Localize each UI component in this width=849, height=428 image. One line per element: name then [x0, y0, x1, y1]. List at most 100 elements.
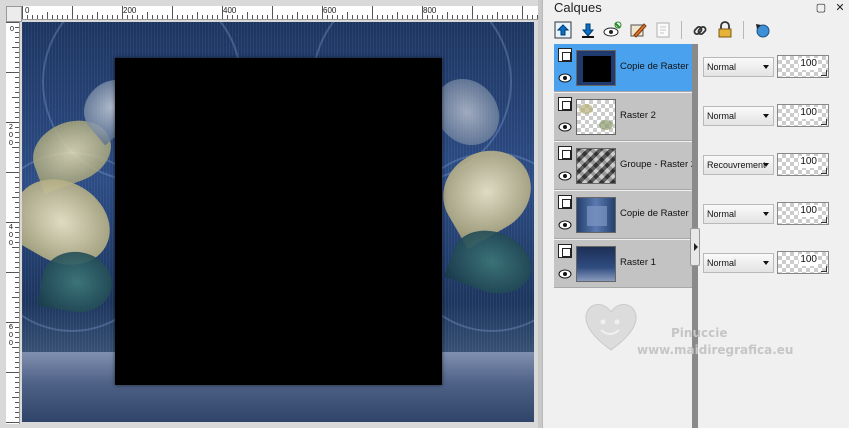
- opacity-field[interactable]: 100: [777, 153, 829, 176]
- ruler-tick: [15, 292, 19, 293]
- lock-icon[interactable]: [715, 20, 735, 40]
- ruler-tick: [15, 232, 19, 233]
- ruler-tick: [15, 32, 19, 33]
- blend-mode-select[interactable]: Normal: [703, 253, 774, 273]
- ruler-tick: [482, 15, 483, 19]
- blend-mode-value: Recouvrement: [707, 160, 766, 170]
- ruler-tick: [372, 6, 373, 19]
- layers-toolbar: [553, 19, 772, 41]
- opacity-field[interactable]: 100: [777, 251, 829, 274]
- ruler-tick: [492, 15, 493, 19]
- ruler-tick: [512, 15, 513, 19]
- ruler-tick: [132, 15, 133, 19]
- ruler-tick: [15, 357, 19, 358]
- ruler-tick: [15, 92, 19, 93]
- ruler-tick: [15, 27, 19, 28]
- eye-icon[interactable]: [557, 169, 573, 183]
- ruler-tick: [147, 12, 148, 19]
- opacity-value: 100: [799, 156, 818, 168]
- ruler-tick: [207, 15, 208, 19]
- blend-mode-select[interactable]: Recouvrement: [703, 155, 774, 175]
- ruler-tick: [272, 6, 273, 19]
- layer-row[interactable]: Copie de Raster 1: [554, 191, 697, 239]
- ruler-tick: [422, 6, 423, 19]
- layer-type-icon: [558, 48, 572, 62]
- ruler-top-label: 200: [123, 6, 137, 15]
- ruler-tick: [22, 6, 23, 19]
- restore-icon[interactable]: ▢: [814, 2, 828, 14]
- ruler-tick: [127, 15, 128, 19]
- ruler-tick: [517, 15, 518, 19]
- layers-panel: Calques ▢ ✕ Copie de Raster 1 Raster 2 G…: [542, 0, 849, 428]
- ruler-tick: [15, 107, 19, 108]
- link-icon[interactable]: [690, 20, 710, 40]
- ruler-tick: [227, 15, 228, 19]
- ruler-tick: [137, 15, 138, 19]
- ruler-tick: [367, 15, 368, 19]
- ruler-tick: [347, 12, 348, 19]
- eye-icon[interactable]: [557, 267, 573, 281]
- ruler-tick: [122, 6, 123, 19]
- ruler-tick: [317, 15, 318, 19]
- ruler-tick: [15, 392, 19, 393]
- ruler-tick: [192, 15, 193, 19]
- layer-thumbnail: [576, 148, 616, 184]
- move-down-icon[interactable]: [578, 20, 598, 40]
- blend-mode-value: Normal: [707, 209, 737, 219]
- edit-icon[interactable]: [628, 20, 648, 40]
- ruler-tick: [15, 277, 19, 278]
- move-up-icon[interactable]: [553, 20, 573, 40]
- blend-mode-select[interactable]: Normal: [703, 106, 774, 126]
- ruler-top-label: 800: [423, 6, 437, 15]
- blend-mode-select[interactable]: Normal: [703, 57, 774, 77]
- ruler-tick: [397, 12, 398, 19]
- layer-row[interactable]: Raster 2: [554, 93, 695, 141]
- ruler-tick: [182, 15, 183, 19]
- ruler-tick: [15, 207, 19, 208]
- close-icon[interactable]: ✕: [833, 2, 847, 14]
- layer-name: Groupe - Raster 2: [620, 159, 697, 170]
- opacity-field[interactable]: 100: [777, 104, 829, 127]
- properties-icon[interactable]: [653, 20, 673, 40]
- layer-row[interactable]: Raster 1: [554, 240, 695, 288]
- splitter-handle[interactable]: [690, 228, 700, 266]
- canvas-pane: 0 200 400 600 800 0 2 0 0 4 0 0 6 0 0: [0, 0, 542, 428]
- eye-icon[interactable]: [557, 71, 573, 85]
- eye-icon[interactable]: [557, 120, 573, 134]
- opacity-field[interactable]: 100: [777, 202, 829, 225]
- ruler-tick: [15, 152, 19, 153]
- ruler-tick: [212, 15, 213, 19]
- chevron-down-icon: [763, 114, 769, 118]
- layer-type-icon: [558, 97, 572, 111]
- ruler-tick: [6, 72, 19, 73]
- ruler-tick: [197, 12, 198, 19]
- ruler-tick: [522, 6, 523, 19]
- layer-row[interactable]: Groupe - Raster 2: [554, 142, 697, 190]
- visibility-icon[interactable]: [603, 20, 623, 40]
- ruler-tick: [277, 15, 278, 19]
- ruler-tick: [167, 15, 168, 19]
- ruler-left-label: 6 0 0: [8, 323, 14, 347]
- layer-type-icon: [558, 146, 572, 160]
- ruler-tick: [27, 15, 28, 19]
- canvas-image[interactable]: [22, 22, 534, 422]
- opacity-value: 100: [799, 205, 818, 217]
- opacity-field[interactable]: 100: [777, 55, 829, 78]
- ruler-tick: [12, 247, 19, 248]
- blend-mode-select[interactable]: Normal: [703, 204, 774, 224]
- black-frame-layer: [115, 58, 442, 385]
- refresh-icon[interactable]: [752, 20, 772, 40]
- watermark-name: Pinuccie: [671, 326, 728, 340]
- ruler-tick: [497, 12, 498, 19]
- eye-icon[interactable]: [557, 218, 573, 232]
- layer-row[interactable]: Copie de Raster 1: [554, 44, 697, 92]
- ruler-tick: [15, 202, 19, 203]
- ruler-left: 0 2 0 0 4 0 0 6 0 0: [6, 22, 20, 424]
- ruler-tick: [15, 407, 19, 408]
- ruler-tick: [15, 77, 19, 78]
- layer-type-icon: [558, 195, 572, 209]
- ruler-tick: [287, 15, 288, 19]
- ruler-tick: [15, 82, 19, 83]
- ruler-tick: [15, 352, 19, 353]
- ruler-tick: [392, 15, 393, 19]
